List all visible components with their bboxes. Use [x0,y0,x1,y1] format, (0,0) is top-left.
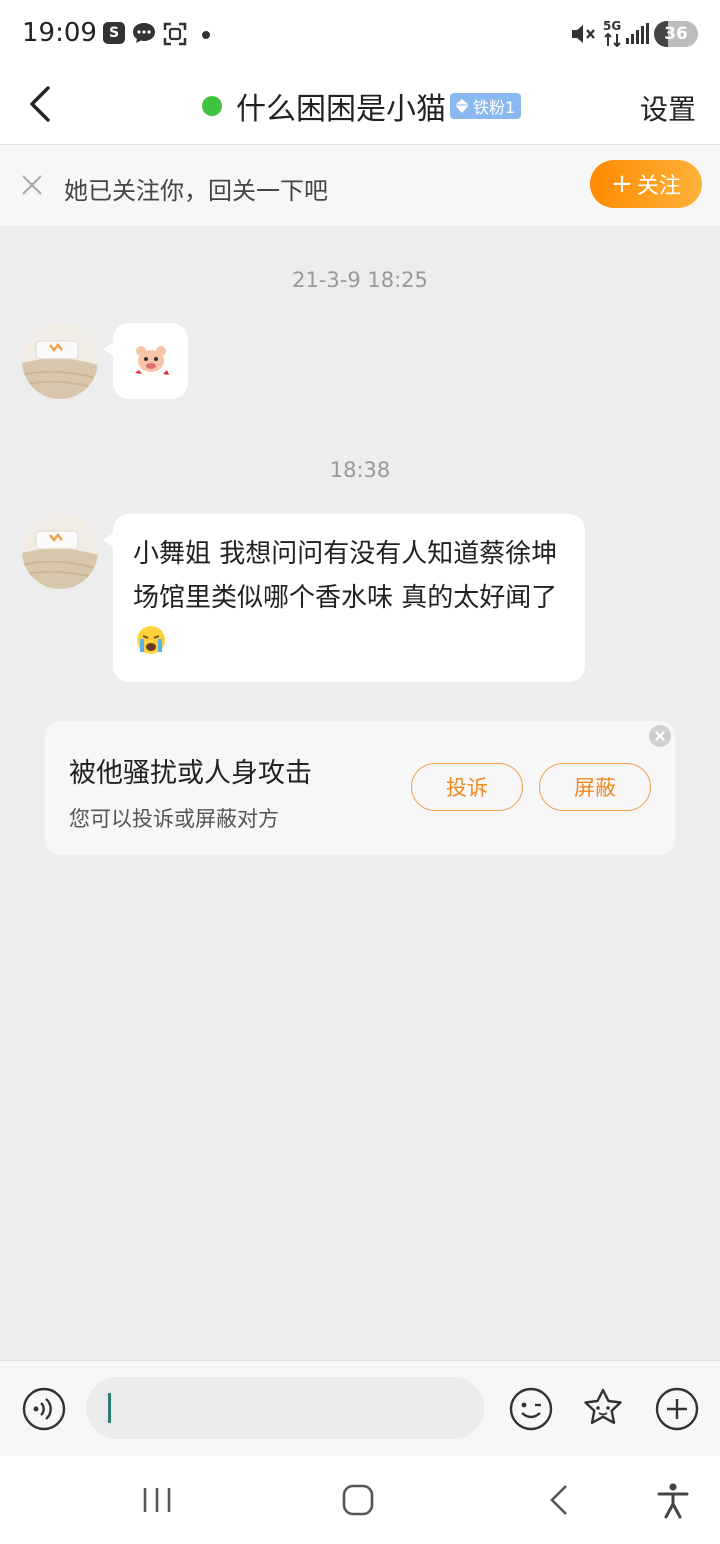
scan-icon [163,22,187,46]
follow-suggestion-bar: 她已关注你，回关一下吧 + 关注 [0,145,720,226]
s-icon: S [103,22,125,44]
status-time: 19:09 [22,18,97,48]
follow-suggestion-text: 她已关注你，回关一下吧 [64,177,328,205]
report-button[interactable]: 投诉 [411,763,523,811]
chat-title-group[interactable]: 什么困困是小猫 铁粉1 [202,84,522,128]
crying-emoji-icon [137,626,165,654]
accessibility-icon[interactable] [656,1482,690,1520]
network-label: 5G [603,19,622,33]
sticker-icon [135,346,169,375]
avatar-image [22,513,98,589]
home-icon[interactable] [340,1482,376,1518]
system-navigation-bar [0,1456,720,1544]
avatar[interactable] [22,323,98,399]
message-bubble-text[interactable]: 小舞姐 我想问问有没有人知道蔡徐坤场馆里类似哪个香水味 真的太好闻了 [103,514,585,682]
notice-subtitle: 您可以投诉或屏蔽对方 [69,807,279,831]
mute-icon [572,25,595,43]
notice-title: 被他骚扰或人身攻击 [69,758,312,789]
follow-button[interactable]: + 关注 [590,160,702,208]
chat-icon [133,23,155,43]
data-arrows-icon [604,33,621,47]
online-status-dot [202,96,222,116]
status-bar: 19:09 S 5G 36 [0,0,720,68]
text-cursor [108,1393,111,1423]
plus-icon: + [611,169,633,199]
block-button[interactable]: 屏蔽 [539,763,651,811]
avatar[interactable] [22,513,98,589]
message-text: 小舞姐 我想问问有没有人知道蔡徐坤场馆里类似哪个香水味 真的太好闻了 [113,514,585,682]
avatar-image [22,323,98,399]
system-back-icon[interactable] [544,1482,576,1518]
close-icon [655,731,665,741]
plus-circle-icon[interactable] [655,1387,699,1431]
sticker-panel-icon[interactable] [581,1387,625,1431]
emoji-icon[interactable] [509,1387,553,1431]
close-icon[interactable] [20,173,44,197]
message-text-content: 小舞姐 我想问问有没有人知道蔡徐坤场馆里类似哪个香水味 真的太好闻了 [133,539,558,613]
battery-indicator: 36 [654,21,698,47]
signal-icon [626,23,649,44]
diamond-icon [455,99,469,113]
voice-icon[interactable] [22,1387,66,1431]
settings-button[interactable]: 设置 [640,88,696,128]
notification-dot [202,31,210,39]
message-timestamp: 18:38 [329,458,391,482]
notice-close-icon[interactable] [649,725,671,747]
fan-badge: 铁粉1 [450,93,522,119]
chat-title: 什么困困是小猫 [236,92,446,127]
fan-badge-label: 铁粉1 [473,98,516,117]
chat-header: 什么困困是小猫 铁粉1 设置 [0,68,720,145]
message-timestamp: 21-3-9 18:25 [292,268,428,292]
follow-button-label: 关注 [636,174,681,199]
message-bubble-sticker[interactable] [103,323,188,399]
message-input[interactable] [86,1377,484,1439]
message-input-bar [0,1360,720,1457]
harassment-notice-card: 被他骚扰或人身攻击 您可以投诉或屏蔽对方 投诉 屏蔽 [45,721,675,855]
back-icon[interactable] [22,80,66,128]
battery-level: 36 [664,24,688,44]
recent-apps-icon[interactable] [140,1482,174,1518]
